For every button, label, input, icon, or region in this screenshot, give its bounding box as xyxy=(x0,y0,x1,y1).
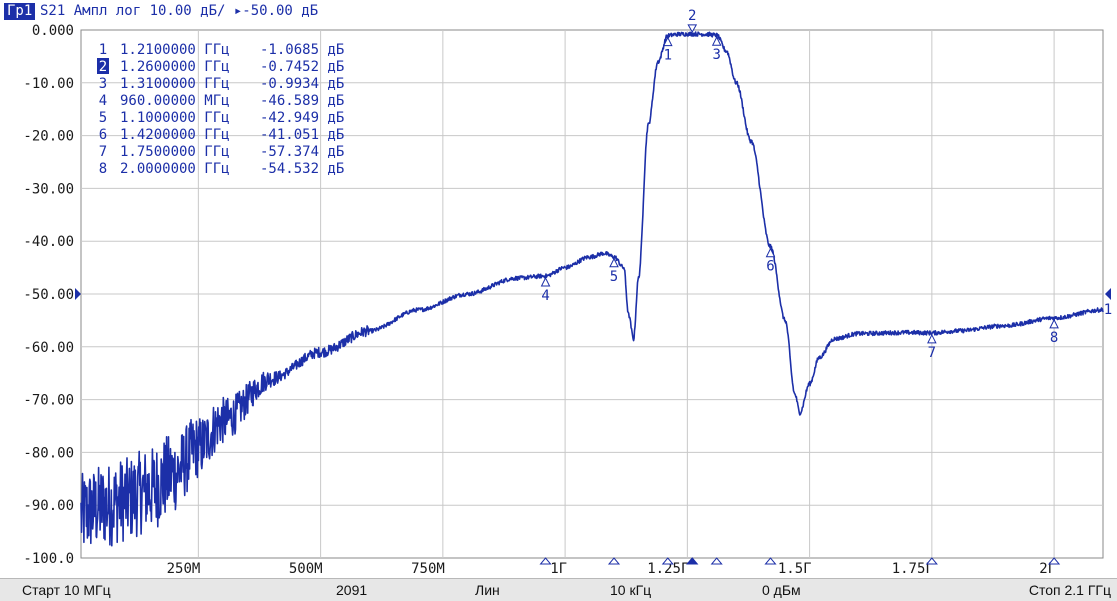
marker-table-num: 6 xyxy=(99,127,107,143)
marker-8: 8 xyxy=(1049,318,1059,346)
reference-channel-label: 1 xyxy=(1104,302,1112,318)
y-tick-label: -40.00 xyxy=(23,234,74,250)
marker-table-freq: 1.4200000 ГГц xyxy=(120,127,230,143)
marker-table-value: -0.9934 дБ xyxy=(260,76,344,92)
marker-table-value: -1.0685 дБ xyxy=(260,42,344,58)
sweep-points[interactable]: 2091 xyxy=(336,581,367,599)
reference-level-right-icon xyxy=(1105,288,1111,300)
y-tick-label: -50.00 xyxy=(23,287,74,303)
marker-label: 8 xyxy=(1050,330,1058,346)
marker-table-value: -54.532 дБ xyxy=(260,161,344,177)
trace-line xyxy=(80,31,1104,547)
x-tick-label: 250М xyxy=(167,561,201,577)
stop-frequency[interactable]: Стоп 2.1 ГГц xyxy=(1029,581,1111,599)
marker-axis-tick xyxy=(539,557,552,565)
marker-table-freq: 1.1000000 ГГц xyxy=(120,110,230,126)
marker-table-freq: 1.2100000 ГГц xyxy=(120,42,230,58)
marker-axis-tick xyxy=(710,557,723,565)
y-tick-label: -80.00 xyxy=(23,445,74,461)
x-tick-label: 500М xyxy=(289,561,323,577)
marker-table-value: -46.589 дБ xyxy=(260,93,344,109)
start-frequency[interactable]: Старт 10 МГц xyxy=(22,581,111,599)
s21-amplitude-chart[interactable]: 0.000 -10.00 -20.00 -30.00 -40.00 -50.00 -60.0… xyxy=(0,0,1117,578)
marker-label: 4 xyxy=(541,288,549,304)
sweep-type[interactable]: Лин xyxy=(475,581,500,599)
marker-triangle xyxy=(927,333,937,344)
marker-label: 1 xyxy=(664,48,672,64)
marker-4: 4 xyxy=(540,276,551,304)
marker-table-num: 4 xyxy=(99,93,107,109)
status-bar: Старт 10 МГц 2091 Лин 10 кГц 0 дБм Стоп … xyxy=(0,578,1117,601)
vna-screen: Гр1 S21 Ампл лог 10.00 дБ/ ▸-50.00 дБ 0.… xyxy=(0,0,1117,601)
marker-triangle xyxy=(687,24,698,33)
markers: 1 2 3 4 5 6 7 8 xyxy=(539,8,1061,565)
marker-label: 7 xyxy=(928,345,936,361)
marker-triangle xyxy=(540,276,551,287)
marker-table-num: 3 xyxy=(99,76,107,92)
marker-label: 6 xyxy=(766,259,774,275)
marker-table-value: -42.949 дБ xyxy=(260,110,344,126)
trace xyxy=(80,31,1104,547)
marker-table-freq: 1.2600000 ГГц xyxy=(120,59,230,75)
marker-label: 3 xyxy=(712,47,720,63)
marker-table: 1 1.2100000 ГГц -1.0685 дБ 2 1.2600000 ГГц -0… xyxy=(97,42,344,177)
marker-2: 2 xyxy=(687,8,698,33)
marker-7: 7 xyxy=(927,333,937,361)
y-tick-label: 0.000 xyxy=(32,23,74,39)
reference-level-left-icon xyxy=(75,288,81,300)
y-tick-label: -60.00 xyxy=(23,340,74,356)
power-level[interactable]: 0 дБм xyxy=(762,581,801,599)
reference-indicators: 1 xyxy=(75,288,1112,318)
x-tick-label: 750М xyxy=(411,561,445,577)
marker-table-freq: 1.3100000 ГГц xyxy=(120,76,230,92)
marker-3: 3 xyxy=(711,36,722,63)
marker-table-freq: 960.00000 МГц xyxy=(120,93,230,109)
marker-table-num: 2 xyxy=(99,59,107,75)
y-tick-label: -30.00 xyxy=(23,181,74,197)
marker-table-num: 1 xyxy=(99,42,107,58)
marker-table-num: 5 xyxy=(99,110,107,126)
y-tick-label: -20.00 xyxy=(23,129,74,145)
x-tick-label: 1.5Г xyxy=(778,561,812,577)
marker-table-value: -0.7452 дБ xyxy=(260,59,344,75)
y-tick-label: -90.00 xyxy=(23,498,74,514)
marker-table-num: 7 xyxy=(99,144,107,160)
marker-5: 5 xyxy=(609,257,619,285)
marker-axis-tick xyxy=(607,557,621,565)
y-tick-label: -70.00 xyxy=(23,393,74,409)
marker-label: 2 xyxy=(688,8,696,24)
marker-table-value: -57.374 дБ xyxy=(260,144,344,160)
x-tick-label: 1Г xyxy=(550,561,567,577)
marker-table-freq: 1.7500000 ГГц xyxy=(120,144,230,160)
marker-table-value: -41.051 дБ xyxy=(260,127,344,143)
y-tick-label: -100.0 xyxy=(23,551,74,567)
marker-table-freq: 2.0000000 ГГц xyxy=(120,161,230,177)
marker-axis-tick xyxy=(764,557,777,565)
marker-label: 5 xyxy=(610,269,618,285)
if-bandwidth[interactable]: 10 кГц xyxy=(610,581,651,599)
marker-table-num: 8 xyxy=(99,161,107,177)
marker-triangle xyxy=(1049,318,1059,329)
grid xyxy=(80,29,1104,559)
y-axis-labels: 0.000 -10.00 -20.00 -30.00 -40.00 -50.00 -60.0… xyxy=(23,23,74,567)
y-tick-label: -10.00 xyxy=(23,76,74,92)
